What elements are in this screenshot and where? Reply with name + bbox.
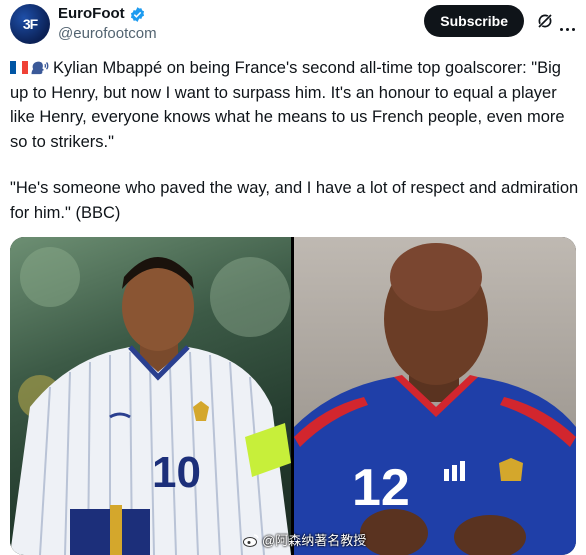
watermark-text: @阿森纳著名教授: [262, 533, 367, 548]
post-paragraph-2: "He's someone who paved the way, and I h…: [10, 179, 579, 222]
subscribe-button[interactable]: Subscribe: [424, 5, 524, 37]
more-options-icon[interactable]: [560, 18, 578, 31]
author-handle[interactable]: @eurofootcom: [58, 24, 157, 44]
grok-icon[interactable]: [536, 12, 554, 30]
weibo-icon: [243, 533, 259, 547]
france-flag-icon: [10, 57, 28, 74]
post-header: 3F EuroFoot @eurofootcom Subscribe: [10, 4, 578, 44]
post-text: Kylian Mbappé on being France's second a…: [10, 56, 580, 225]
verified-badge-icon: [130, 6, 144, 22]
post-paragraph-1-text: Kylian Mbappé on being France's second a…: [10, 59, 565, 151]
post-paragraph-1: Kylian Mbappé on being France's second a…: [10, 56, 580, 154]
author-block: EuroFoot @eurofootcom: [58, 4, 157, 44]
left-shirt-number: 10: [152, 448, 201, 497]
mbappe-photo[interactable]: 10: [10, 237, 291, 555]
author-name[interactable]: EuroFoot: [58, 4, 125, 24]
henry-illustration: 12: [294, 243, 576, 555]
henry-photo[interactable]: 12: [294, 237, 576, 555]
media-grid[interactable]: 10 12: [10, 237, 576, 555]
weibo-watermark: @阿森纳著名教授: [243, 530, 366, 549]
right-shirt-number: 12: [352, 459, 410, 517]
avatar[interactable]: 3F: [10, 4, 50, 44]
avatar-logo-text: 3F: [22, 16, 38, 32]
mbappe-illustration: 10: [10, 247, 291, 555]
speaking-head-icon: [31, 61, 49, 75]
